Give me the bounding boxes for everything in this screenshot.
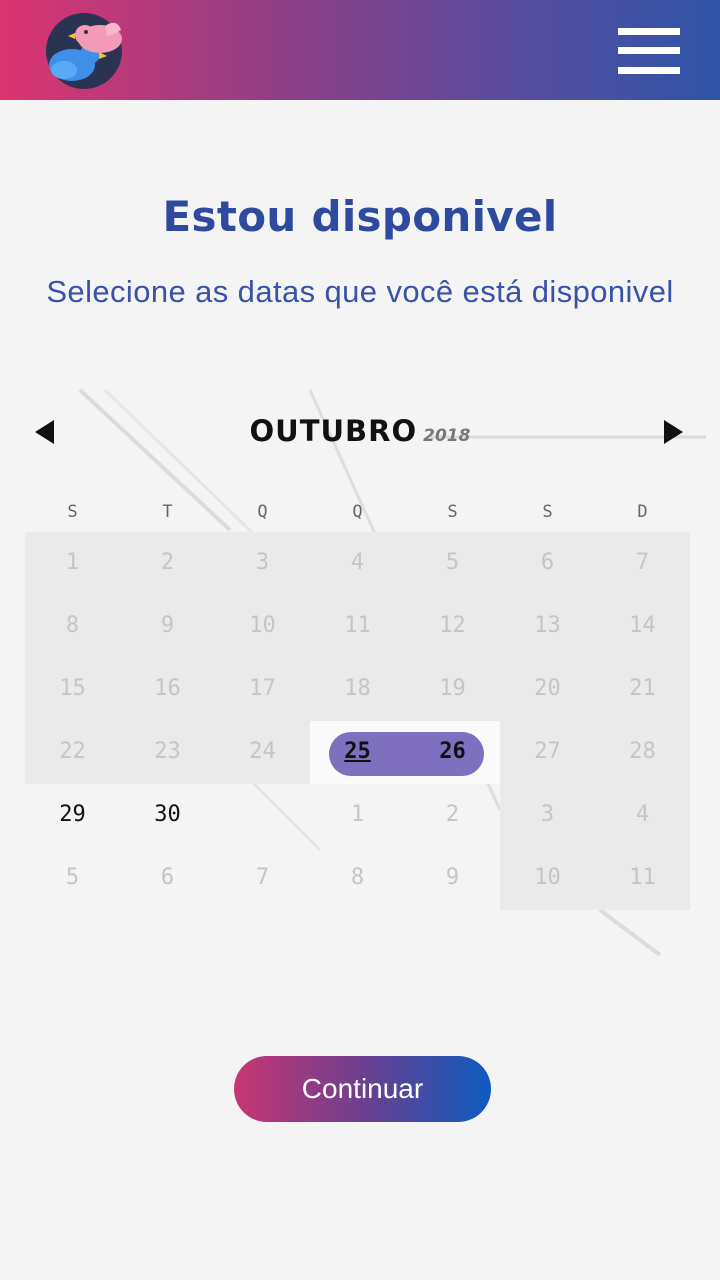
calendar-day: 3: [255, 550, 270, 575]
calendar-day: 18: [344, 676, 371, 701]
calendar-day: 8: [65, 613, 80, 638]
app-header: [0, 0, 720, 100]
calendar-day: 9: [445, 865, 460, 890]
calendar-day: 19: [439, 676, 466, 701]
calendar-day: 1: [350, 802, 365, 827]
calendar-day: 9: [160, 613, 175, 638]
calendar-day: 4: [635, 802, 650, 827]
calendar-day: 3: [540, 802, 555, 827]
continue-button[interactable]: Continuar: [234, 1056, 491, 1122]
calendar-day: 8: [350, 865, 365, 890]
year-label: 2018: [423, 426, 471, 446]
calendar-day: 20: [534, 676, 561, 701]
calendar-day: 15: [59, 676, 86, 701]
weekday-label: T: [162, 502, 173, 522]
calendar-day: 4: [350, 550, 365, 575]
calendar-day: 24: [249, 739, 276, 764]
calendar-day: 22: [59, 739, 86, 764]
calendar-day-selected[interactable]: 26: [405, 732, 500, 772]
hamburger-menu-button[interactable]: [618, 28, 680, 74]
calendar-day[interactable]: 30: [120, 795, 215, 835]
calendar-day: 7: [635, 550, 650, 575]
weekday-label: S: [447, 502, 458, 522]
calendar-month-title: OUTUBRO 2018: [200, 414, 520, 448]
calendar-day: 13: [534, 613, 561, 638]
calendar-day: 11: [629, 865, 656, 890]
calendar-day[interactable]: 29: [25, 795, 120, 835]
calendar-day: 23: [154, 739, 181, 764]
calendar-day: 5: [65, 865, 80, 890]
weekday-label: S: [67, 502, 78, 522]
calendar-day: 16: [154, 676, 181, 701]
weekday-label: D: [637, 502, 648, 522]
calendar-day: 7: [255, 865, 270, 890]
weekday-label: Q: [257, 502, 268, 522]
prev-month-button[interactable]: [30, 417, 60, 447]
calendar-day: 12: [439, 613, 466, 638]
calendar-day: 1: [65, 550, 80, 575]
calendar-day: 10: [249, 613, 276, 638]
calendar-day: 17: [249, 676, 276, 701]
calendar-day: 2: [160, 550, 175, 575]
calendar-day: 28: [629, 739, 656, 764]
calendar-day-selected[interactable]: 25: [310, 732, 405, 772]
next-month-button[interactable]: [658, 417, 688, 447]
calendar-day: 6: [540, 550, 555, 575]
calendar-day: 5: [445, 550, 460, 575]
calendar-day: 27: [534, 739, 561, 764]
calendar-day: 10: [534, 865, 561, 890]
page-subtitle: Selecione as datas que você está disponi…: [46, 274, 674, 309]
calendar-day: 6: [160, 865, 175, 890]
page-title: Estou disponivel: [162, 192, 558, 241]
calendar-day: 11: [344, 613, 371, 638]
month-name: OUTUBRO: [249, 414, 418, 448]
weekday-label: Q: [352, 502, 363, 522]
calendar-day: 21: [629, 676, 656, 701]
calendar-day: 2: [445, 802, 460, 827]
weekday-label: S: [542, 502, 553, 522]
birds-logo-icon[interactable]: [45, 12, 123, 90]
calendar-day: 14: [629, 613, 656, 638]
